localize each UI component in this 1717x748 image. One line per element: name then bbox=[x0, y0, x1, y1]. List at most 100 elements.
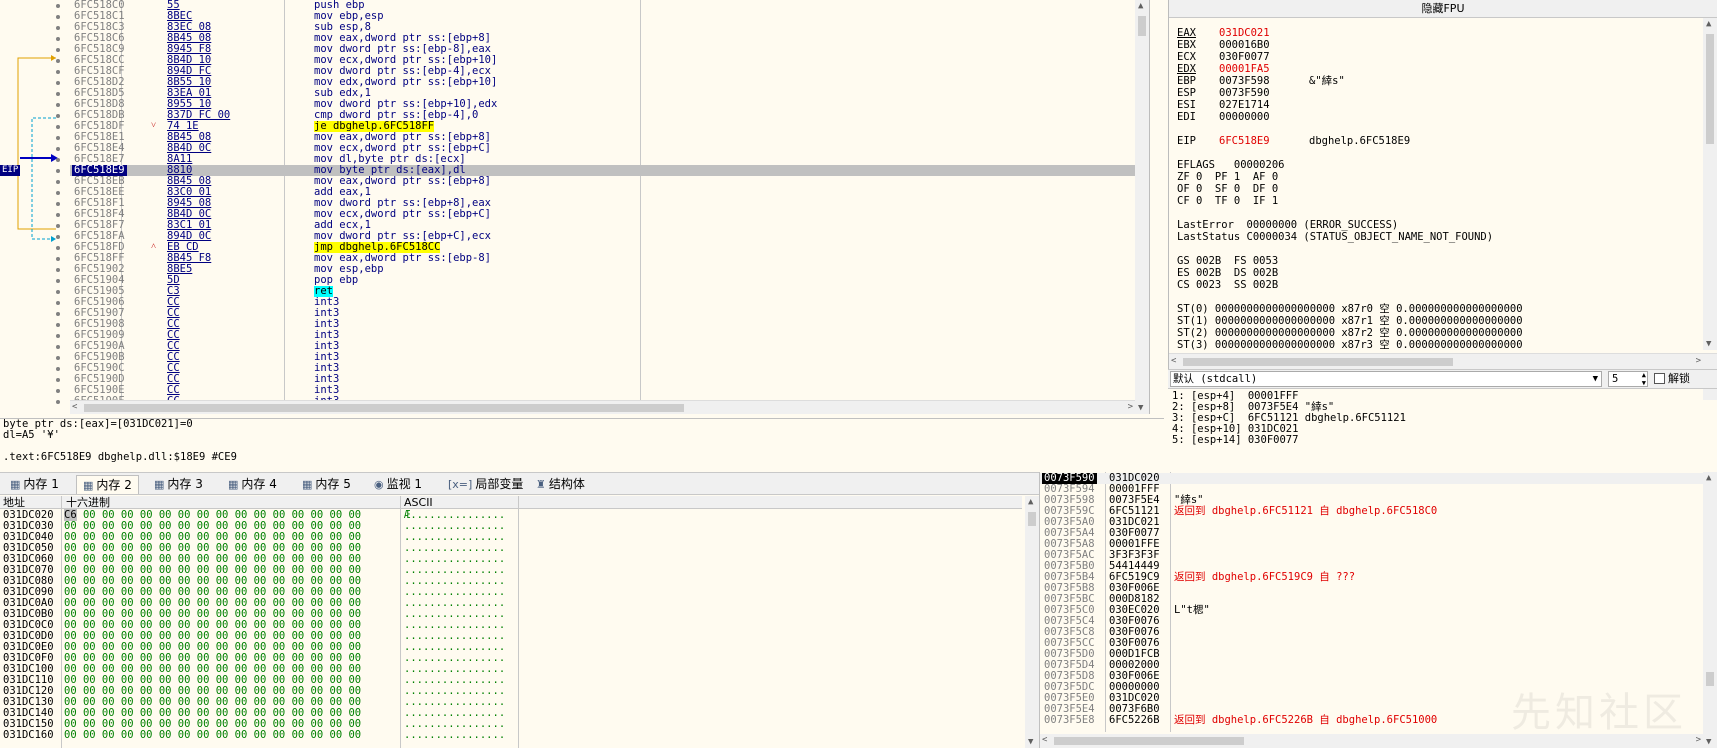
tab-memory-3[interactable]: ▦ 内存 3 bbox=[148, 475, 209, 494]
register-row[interactable]: EAX 031DC021 bbox=[1177, 27, 1717, 39]
disasm-row[interactable]: 6FC518DF ˅ 74 1E je dbghelp.6FC518FF bbox=[56, 121, 1149, 132]
disasm-row[interactable]: 6FC518E4 8B4D 0C mov ecx,dword ptr ss:[ebp… bbox=[56, 143, 1149, 154]
hide-fpu-button[interactable]: 隐藏FPU bbox=[1169, 0, 1717, 18]
disasm-row[interactable]: 6FC518E9 8810 mov byte ptr ds:[eax],dl bbox=[56, 165, 1149, 176]
disasm-row[interactable]: 6FC518FF 8B45 F8 mov eax,dword ptr ss:[ebp… bbox=[56, 253, 1149, 264]
register-row[interactable]: ECX 030F0077 bbox=[1177, 51, 1717, 63]
register-row[interactable]: EBP 0073F598 &"緈s" bbox=[1177, 75, 1717, 87]
register-row[interactable]: EIP 6FC518E9 dbghelp.6FC518E9 bbox=[1177, 135, 1717, 147]
breakpoint-dot-icon[interactable] bbox=[56, 290, 60, 294]
breakpoint-dot-icon[interactable] bbox=[56, 301, 60, 305]
disasm-row[interactable]: 6FC518FA 894D 0C mov dword ptr ss:[ebp+C],… bbox=[56, 231, 1149, 242]
dump-hex[interactable]: 00 00 00 00 00 00 00 00 00 00 00 00 00 0… bbox=[64, 730, 361, 741]
breakpoint-dot-icon[interactable] bbox=[56, 268, 60, 272]
disasm-row[interactable]: 6FC518EE 83C0 01 add eax,1 bbox=[56, 187, 1149, 198]
breakpoint-dot-icon[interactable] bbox=[56, 389, 60, 393]
register-row[interactable]: ESP 0073F590 bbox=[1177, 87, 1717, 99]
dump-ascii[interactable]: ................ bbox=[404, 730, 505, 741]
breakpoint-dot-icon[interactable] bbox=[56, 158, 60, 162]
registers-pane[interactable]: 隐藏FPU EAX 031DC021 EBX 000016B0 ECX 030F0077 E… bbox=[1168, 0, 1717, 369]
disasm-vertical-scrollbar[interactable]: ▲ ▼ bbox=[1135, 0, 1149, 414]
disasm-horizontal-scrollbar[interactable]: < > bbox=[70, 400, 1135, 414]
dump-rows[interactable]: 031DC020 C6 00 00 00 00 00 00 00 00 00 00… bbox=[0, 509, 1022, 741]
breakpoint-dot-icon[interactable] bbox=[56, 103, 60, 107]
breakpoint-dot-icon[interactable] bbox=[56, 257, 60, 261]
breakpoint-dot-icon[interactable] bbox=[56, 202, 60, 206]
argument-count-spinner[interactable]: 5 ▲ ▼ bbox=[1608, 371, 1648, 387]
breakpoint-dot-icon[interactable] bbox=[56, 125, 60, 129]
disasm-row[interactable]: 6FC51904 5D pop ebp bbox=[56, 275, 1149, 286]
breakpoint-dot-icon[interactable] bbox=[56, 334, 60, 338]
unlock-checkbox[interactable]: 解锁 bbox=[1654, 372, 1690, 386]
breakpoint-dot-icon[interactable] bbox=[56, 235, 60, 239]
disasm-row[interactable]: 6FC518CC 8B4D 10 mov ecx,dword ptr ss:[ebp… bbox=[56, 55, 1149, 66]
disasm-row[interactable]: 6FC518D8 8955 10 mov dword ptr ss:[ebp+10]… bbox=[56, 99, 1149, 110]
dump-row[interactable]: 031DC160 00 00 00 00 00 00 00 00 00 00 00… bbox=[0, 730, 1022, 741]
register-value[interactable]: 0073F590 bbox=[1219, 87, 1309, 99]
disasm-row[interactable]: 6FC518C3 83EC 08 sub esp,8 bbox=[56, 22, 1149, 33]
stack-value[interactable]: 6FC5226B bbox=[1109, 715, 1160, 726]
disasm-row[interactable]: 6FC51906 CC int3 bbox=[56, 297, 1149, 308]
disasm-row[interactable]: 6FC5190D CC int3 bbox=[56, 374, 1149, 385]
disasm-row[interactable]: 6FC518DB 837D FC 00 cmp dword ptr ss:[ebp-… bbox=[56, 110, 1149, 121]
breakpoint-dot-icon[interactable] bbox=[56, 246, 60, 250]
disasm-row[interactable]: 6FC518E1 8B45 08 mov eax,dword ptr ss:[ebp… bbox=[56, 132, 1149, 143]
tab-memory-4[interactable]: ▦ 内存 4 bbox=[222, 475, 283, 494]
register-value[interactable]: 00001FA5 bbox=[1219, 63, 1309, 75]
breakpoint-dot-icon[interactable] bbox=[56, 323, 60, 327]
tab-locals-7[interactable]: [x=] 局部变量 bbox=[442, 475, 529, 494]
register-value[interactable]: 027E1714 bbox=[1219, 99, 1309, 111]
disasm-row[interactable]: 6FC5190B CC int3 bbox=[56, 352, 1149, 363]
argument-row[interactable]: 5: [esp+14] 030F0077 bbox=[1172, 435, 1717, 446]
disasm-row[interactable]: 6FC518D2 8B55 10 mov edx,dword ptr ss:[ebp… bbox=[56, 77, 1149, 88]
breakpoint-dot-icon[interactable] bbox=[56, 48, 60, 52]
breakpoint-dot-icon[interactable] bbox=[56, 378, 60, 382]
disasm-row[interactable]: 6FC5190E CC int3 bbox=[56, 385, 1149, 396]
tab-memory-5[interactable]: ▦ 内存 5 bbox=[296, 475, 357, 494]
register-row[interactable]: EBX 000016B0 bbox=[1177, 39, 1717, 51]
breakpoint-dot-icon[interactable] bbox=[56, 213, 60, 217]
breakpoint-dot-icon[interactable] bbox=[56, 4, 60, 8]
breakpoint-dot-icon[interactable] bbox=[56, 356, 60, 360]
registers-vertical-scrollbar[interactable]: ▲ ▼ bbox=[1703, 18, 1717, 350]
breakpoint-dot-icon[interactable] bbox=[56, 114, 60, 118]
tab-struct-8[interactable]: ♜ 结构体 bbox=[530, 475, 591, 494]
register-value[interactable]: 00000000 bbox=[1219, 111, 1309, 123]
breakpoint-dot-icon[interactable] bbox=[56, 26, 60, 30]
disasm-row[interactable]: 6FC518C9 8945 F8 mov dword ptr ss:[ebp-8],… bbox=[56, 44, 1149, 55]
disasm-row[interactable]: 6FC518F4 8B4D 0C mov ecx,dword ptr ss:[ebp… bbox=[56, 209, 1149, 220]
breakpoint-dot-icon[interactable] bbox=[56, 180, 60, 184]
tab-memory-2[interactable]: ▦ 内存 2 bbox=[76, 475, 139, 494]
breakpoint-dot-icon[interactable] bbox=[56, 345, 60, 349]
disasm-row[interactable]: 6FC51908 CC int3 bbox=[56, 319, 1149, 330]
disasm-row[interactable]: 6FC518C6 8B45 08 mov eax,dword ptr ss:[ebp… bbox=[56, 33, 1149, 44]
breakpoint-dot-icon[interactable] bbox=[56, 37, 60, 41]
calling-convention-select[interactable]: 默认 (stdcall) ▼ bbox=[1170, 371, 1602, 387]
breakpoint-dot-icon[interactable] bbox=[56, 191, 60, 195]
disasm-row[interactable]: 6FC518EB 8B45 08 mov eax,dword ptr ss:[ebp… bbox=[56, 176, 1149, 187]
memory-dump-pane[interactable]: 地址 十六进制 ASCII 031DC020 C6 00 00 00 00 00 … bbox=[0, 496, 1039, 748]
disassembly-rows[interactable]: 6FC518C0 55 push ebp 6FC518C1 8BEC mov ebp,es… bbox=[56, 0, 1149, 407]
arguments-vertical-scrollbar[interactable] bbox=[1703, 389, 1717, 400]
disasm-row[interactable]: 6FC51907 CC int3 bbox=[56, 308, 1149, 319]
breakpoint-dot-icon[interactable] bbox=[56, 224, 60, 228]
breakpoint-dot-icon[interactable] bbox=[56, 15, 60, 19]
registers-horizontal-scrollbar[interactable]: < > bbox=[1169, 353, 1717, 369]
arguments-pane[interactable]: 1: [esp+4] 00001FFF 2: [esp+8] 0073F5E4 … bbox=[1168, 389, 1717, 469]
breakpoint-dot-icon[interactable] bbox=[56, 312, 60, 316]
breakpoint-dot-icon[interactable] bbox=[56, 367, 60, 371]
register-value[interactable]: 000016B0 bbox=[1219, 39, 1309, 51]
disasm-row[interactable]: 6FC51909 CC int3 bbox=[56, 330, 1149, 341]
disasm-row[interactable]: 6FC518C1 8BEC mov ebp,esp bbox=[56, 11, 1149, 22]
register-row[interactable]: EDX 00001FA5 bbox=[1177, 63, 1717, 75]
register-row[interactable]: EDI 00000000 bbox=[1177, 111, 1717, 123]
breakpoint-dot-icon[interactable] bbox=[56, 136, 60, 140]
disasm-row[interactable]: 6FC5190A CC int3 bbox=[56, 341, 1149, 352]
disasm-row[interactable]: 6FC518F1 8945 08 mov dword ptr ss:[ebp+8],… bbox=[56, 198, 1149, 209]
disasm-row[interactable]: 6FC518C0 55 push ebp bbox=[56, 0, 1149, 11]
stack-pane[interactable]: 0073F590 031DC020 0073F594 00001FFF 0073F598… bbox=[1039, 472, 1717, 748]
disasm-row[interactable]: 6FC518D5 83EA 01 sub edx,1 bbox=[56, 88, 1149, 99]
disasm-row[interactable]: 6FC51905 C3 ret bbox=[56, 286, 1149, 297]
register-row[interactable]: ESI 027E1714 bbox=[1177, 99, 1717, 111]
register-value[interactable]: 030F0077 bbox=[1219, 51, 1309, 63]
